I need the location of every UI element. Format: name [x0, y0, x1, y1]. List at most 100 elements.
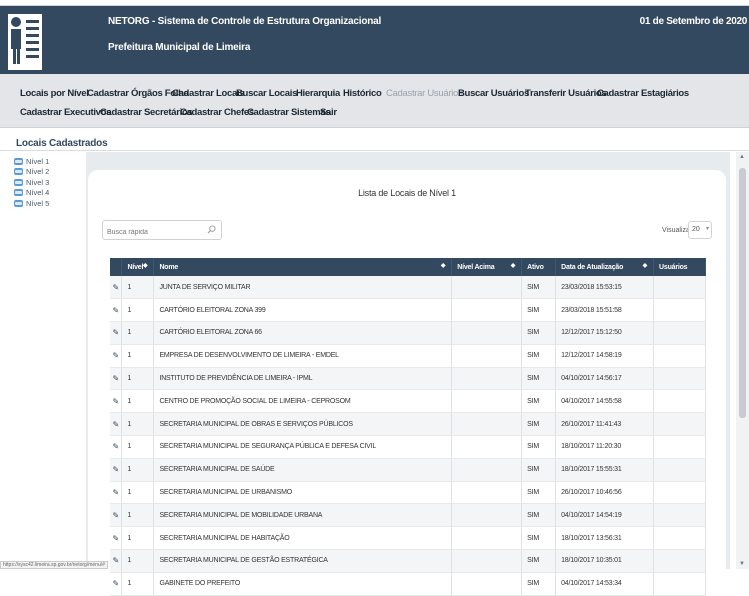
tree-item-label: Nível 2 [26, 167, 50, 177]
table-row[interactable]: ✎ 1 SECRETARIA MUNICIPAL DE SAÚDE SIM 18/10/… [110, 458, 706, 482]
scroll-up-icon[interactable]: ▲ [739, 154, 745, 160]
cell-nivel-acima [451, 367, 523, 391]
col-nome[interactable]: Nome ◆ [153, 258, 453, 276]
col-data-atualizacao[interactable]: Data de Atualização ◆ [555, 258, 655, 276]
cell-nome: JUNTA DE SERVIÇO MILITAR [153, 276, 453, 300]
cell-nivel: 1 [121, 481, 155, 505]
cell-usuarios [653, 412, 706, 437]
tree-item-nivel-2[interactable]: Nível 2 [14, 167, 84, 178]
cell-usuarios [653, 481, 706, 505]
menu-item-buscar-usuarios[interactable]: Buscar Usuários [458, 88, 529, 99]
cell-nome: CARTÓRIO ELEITORAL ZONA 399 [153, 298, 453, 323]
menu-item-cadastrar-chefes[interactable]: Cadastrar Chefes [180, 107, 254, 118]
search-icon[interactable] [207, 225, 216, 234]
edit-pencil-icon[interactable]: ✎ [110, 503, 123, 528]
cell-usuarios [653, 389, 706, 414]
table-row[interactable]: ✎ 1 JUNTA DE SERVIÇO MILITAR SIM 23/03/2018 … [110, 276, 706, 300]
col-usuarios[interactable]: Usuários [653, 258, 706, 276]
cell-ativo: SIM [521, 503, 557, 528]
cell-nome: CARTÓRIO ELEITORAL ZONA 66 [153, 321, 453, 345]
level-tree: Nível 1 Nível 2 Nível 3 Nível 4 Nível 5 [14, 156, 84, 209]
menu-item-hierarquia[interactable]: Hierarquia [296, 88, 340, 99]
page-size-select[interactable]: 20 ▾ [688, 221, 712, 239]
col-ativo[interactable]: Ativo [521, 258, 557, 276]
menu-item-sair[interactable]: Sair [320, 107, 337, 118]
edit-pencil-icon[interactable]: ✎ [110, 367, 123, 391]
edit-pencil-icon[interactable]: ✎ [110, 412, 123, 437]
cell-nome: SECRETARIA MUNICIPAL DE URBANISMO [153, 481, 453, 505]
cell-nivel: 1 [121, 526, 155, 551]
menu-item-cadastrar-sistemas[interactable]: Cadastrar Sistemas [247, 107, 331, 118]
cell-nivel: 1 [121, 458, 155, 482]
menu-item-historico[interactable]: Histórico [343, 88, 382, 99]
menu-item-cadastrar-locais[interactable]: Cadastrar Locais [172, 88, 245, 99]
cell-usuarios [653, 276, 706, 300]
quick-search [102, 220, 222, 242]
tree-item-nivel-4[interactable]: Nível 4 [14, 188, 84, 199]
sort-icon[interactable]: ◆ [143, 262, 148, 269]
cell-data-atualizacao: 26/10/2017 11:41:43 [555, 412, 655, 437]
menu-item-transferir-usuarios[interactable]: Transferir Usuários [525, 88, 607, 99]
table-body: ✎ 1 JUNTA DE SERVIÇO MILITAR SIM 23/03/2018 … [110, 276, 706, 596]
cell-data-atualizacao: 18/10/2017 11:20:30 [555, 435, 655, 459]
cell-usuarios [653, 367, 706, 391]
menu-item-cadastrar-estagiarios[interactable]: Cadastrar Estagiários [597, 88, 689, 99]
cell-usuarios [653, 526, 706, 551]
edit-pencil-icon[interactable]: ✎ [110, 344, 123, 368]
table-row[interactable]: ✎ 1 INSTITUTO DE PREVIDÊNCIA DE LIMEIRA - … [110, 367, 706, 391]
cell-ativo: SIM [521, 389, 557, 414]
col-nivel[interactable]: Nível ◆ [121, 258, 155, 276]
search-input[interactable] [103, 223, 199, 242]
col-nivel-acima[interactable]: Nível Acima ◆ [451, 258, 523, 276]
table-row[interactable]: ✎ 1 SECRETARIA MUNICIPAL DE SEGURANÇA PÚBL… [110, 435, 706, 459]
edit-pencil-icon[interactable]: ✎ [110, 435, 123, 459]
cell-nivel: 1 [121, 435, 155, 459]
scroll-down-icon[interactable]: ▼ [739, 561, 745, 567]
edit-pencil-icon[interactable]: ✎ [110, 572, 123, 596]
cell-ativo: SIM [521, 321, 557, 345]
table-row[interactable]: ✎ 1 CARTÓRIO ELEITORAL ZONA 399 SIM 23/03/20… [110, 298, 706, 323]
table-row[interactable]: ✎ 1 SECRETARIA MUNICIPAL DE URBANISMO SIM 26… [110, 481, 706, 505]
sort-icon[interactable]: ◆ [511, 262, 516, 269]
table-row[interactable]: ✎ 1 SECRETARIA MUNICIPAL DE OBRAS E SERVIÇ… [110, 412, 706, 437]
table-row[interactable]: ✎ 1 SECRETARIA MUNICIPAL DE HABITAÇÃO SIM 18… [110, 526, 706, 551]
cell-data-atualizacao: 12/12/2017 15:12:50 [555, 321, 655, 345]
menu-item-locais-por-nivel[interactable]: Locais por Nível [20, 88, 89, 99]
cell-nivel: 1 [121, 367, 155, 391]
edit-pencil-icon[interactable]: ✎ [110, 526, 123, 551]
cell-data-atualizacao: 18/10/2017 13:56:31 [555, 526, 655, 551]
edit-pencil-icon[interactable]: ✎ [110, 321, 123, 345]
tree-item-label: Nível 5 [26, 198, 50, 208]
table-row[interactable]: ✎ 1 GABINETE DO PREFEITO SIM 04/10/2017 14:5… [110, 572, 706, 596]
tree-item-nivel-3[interactable]: Nível 3 [14, 177, 84, 188]
cell-nivel: 1 [121, 321, 155, 345]
menu-item-buscar-locais[interactable]: Buscar Locais [236, 88, 297, 99]
menu-item-cadastrar-secretarios[interactable]: Cadastrar Secretários [100, 107, 193, 118]
table-row[interactable]: ✎ 1 CARTÓRIO ELEITORAL ZONA 66 SIM 12/12/201… [110, 321, 706, 345]
app-title: NETORG - Sistema de Controle de Estrutur… [108, 16, 382, 27]
edit-pencil-icon[interactable]: ✎ [110, 481, 123, 505]
sort-icon[interactable]: ◆ [441, 262, 446, 269]
cell-nivel-acima [451, 412, 523, 437]
tree-item-nivel-1[interactable]: Nível 1 [14, 156, 84, 167]
scroll-thumb[interactable] [739, 168, 746, 418]
cell-usuarios [653, 572, 706, 596]
cell-ativo: SIM [521, 481, 557, 505]
table-row[interactable]: ✎ 1 SECRETARIA MUNICIPAL DE MOBILIDADE URB… [110, 503, 706, 528]
menu-item-cadastrar-usuarios[interactable]: Cadastrar Usuários [386, 88, 463, 99]
edit-pencil-icon[interactable]: ✎ [110, 389, 123, 414]
edit-pencil-icon[interactable]: ✎ [110, 458, 123, 482]
table-row[interactable]: ✎ 1 CENTRO DE PROMOÇÃO SOCIAL DE LIMEIRA -… [110, 389, 706, 414]
cell-nome: INSTITUTO DE PREVIDÊNCIA DE LIMEIRA - IP… [153, 367, 453, 391]
edit-pencil-icon[interactable]: ✎ [110, 276, 123, 300]
cell-nivel-acima [451, 298, 523, 323]
edit-pencil-icon[interactable]: ✎ [110, 298, 123, 323]
cell-nivel: 1 [121, 389, 155, 414]
table-row[interactable]: ✎ 1 EMPRESA DE DESENVOLVIMENTO DE LIMEIRA … [110, 344, 706, 368]
tree-item-nivel-5[interactable]: Nível 5 [14, 198, 84, 209]
panel-title: Lista de Locais de Nível 1 [358, 188, 456, 198]
menu-item-cadastrar-executivos[interactable]: Cadastrar Executivos [20, 107, 111, 118]
tree-item-label: Nível 4 [26, 188, 50, 198]
sort-icon[interactable]: ◆ [643, 262, 648, 269]
vertical-scrollbar[interactable]: ▲ ▼ [736, 152, 749, 569]
